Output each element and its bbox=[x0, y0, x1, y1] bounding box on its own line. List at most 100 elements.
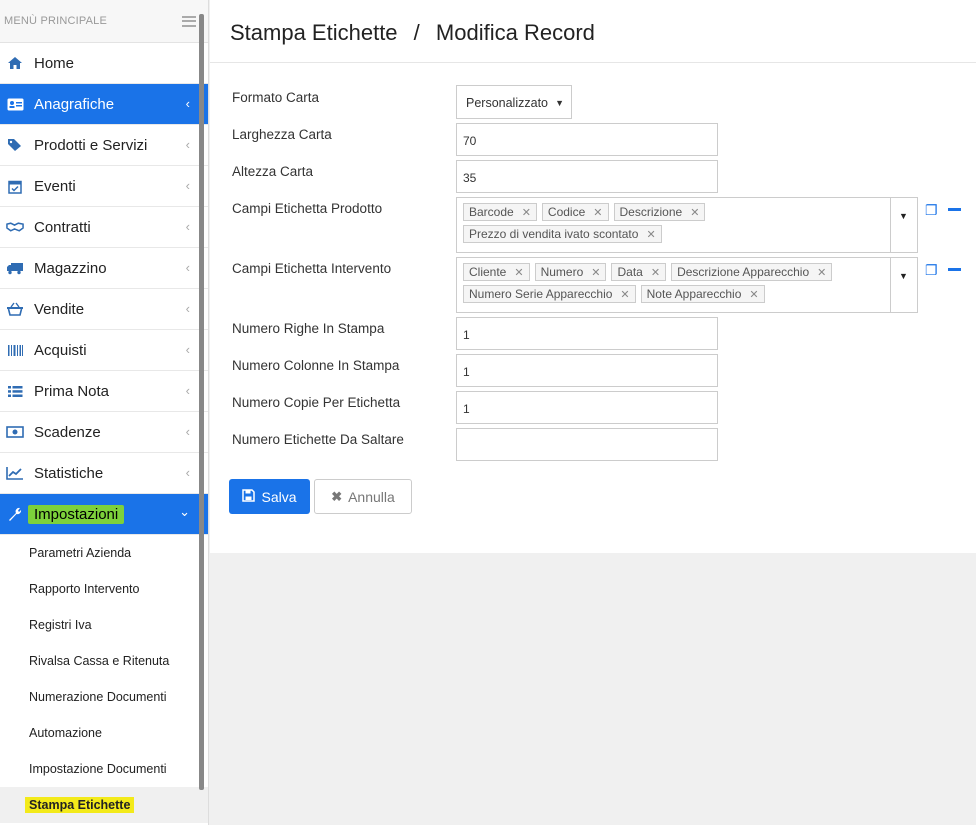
submenu-item-impostazione-documenti[interactable]: Impostazione Documenti bbox=[0, 751, 208, 787]
sidebar-item-acquisti[interactable]: Acquisti ‹ bbox=[0, 330, 208, 371]
sidebar-item-label: Contratti bbox=[34, 218, 91, 236]
tag-label: Prezzo di vendita ivato scontato bbox=[469, 227, 639, 241]
chevron-left-icon: ‹ bbox=[185, 178, 190, 193]
sidebar-title: MENÙ PRINCIPALE bbox=[4, 15, 108, 27]
altezza-carta-label: Altezza Carta bbox=[232, 164, 314, 179]
handshake-icon bbox=[6, 219, 24, 235]
remove-tag-icon[interactable]: ✕ bbox=[646, 228, 655, 241]
main-panel: Stampa Etichette / Modifica Record Forma… bbox=[210, 0, 976, 553]
sidebar-item-vendite[interactable]: Vendite ‹ bbox=[0, 289, 208, 330]
sidebar-item-label: Statistiche bbox=[34, 464, 104, 482]
tag-label: Numero bbox=[540, 265, 584, 279]
sidebar-item-anagrafiche[interactable]: Anagrafiche ‹ bbox=[0, 84, 208, 125]
tag-chip: Numero ✕ bbox=[534, 263, 607, 281]
minus-icon[interactable] bbox=[948, 268, 961, 271]
tag-chip: Cliente ✕ bbox=[463, 263, 530, 281]
numero-copie-input[interactable]: 1 bbox=[456, 391, 718, 424]
page-title: Stampa Etichette / Modifica Record bbox=[230, 20, 595, 46]
chevron-left-icon: ‹ bbox=[185, 342, 190, 357]
remove-tag-icon[interactable]: ✕ bbox=[591, 266, 600, 279]
submenu-item-stampa-etichette[interactable]: Stampa Etichette bbox=[0, 787, 208, 823]
sidebar-item-label: Vendite bbox=[34, 300, 85, 318]
numero-righe-input[interactable]: 1 bbox=[456, 317, 718, 350]
tag-chip: Descrizione Apparecchio ✕ bbox=[671, 263, 833, 281]
copy-icon[interactable]: ❐ bbox=[925, 262, 938, 279]
sidebar-scrollbar[interactable] bbox=[199, 14, 204, 790]
main-menu: Home Anagrafiche ‹ Prodotti e Servizi ‹ … bbox=[0, 43, 208, 535]
submenu-item-automazione[interactable]: Automazione bbox=[0, 715, 208, 751]
sidebar-item-prodotti[interactable]: Prodotti e Servizi ‹ bbox=[0, 125, 208, 166]
chevron-left-icon: ‹ bbox=[185, 260, 190, 275]
tag-label: Descrizione Apparecchio bbox=[677, 265, 810, 279]
sidebar-item-scadenze[interactable]: Scadenze ‹ bbox=[0, 412, 208, 453]
tag-chip: Note Apparecchio ✕ bbox=[640, 285, 765, 303]
campi-prodotto-multiselect[interactable]: Barcode ✕ Codice ✕ Descrizione ✕ Prezzo di … bbox=[456, 197, 891, 253]
sidebar-item-label: Anagrafiche bbox=[34, 95, 115, 113]
remove-tag-icon[interactable]: ✕ bbox=[593, 206, 602, 219]
remove-tag-icon[interactable]: ✕ bbox=[522, 206, 531, 219]
sidebar-item-label: Prima Nota bbox=[34, 382, 110, 400]
caret-down-icon: ▼ bbox=[899, 271, 908, 281]
campi-intervento-label: Campi Etichetta Intervento bbox=[232, 261, 392, 276]
sidebar-item-contratti[interactable]: Contratti ‹ bbox=[0, 207, 208, 248]
campi-intervento-multiselect[interactable]: Cliente ✕ Numero ✕ Data ✕ Descrizione Appar… bbox=[456, 257, 891, 313]
menu-toggle-icon[interactable] bbox=[182, 15, 196, 27]
sidebar: MENÙ PRINCIPALE Home Anagrafiche ‹ Prodo… bbox=[0, 0, 209, 825]
submenu-item-registri-iva[interactable]: Registri Iva bbox=[0, 607, 208, 643]
sidebar-item-magazzino[interactable]: Magazzino ‹ bbox=[0, 248, 208, 289]
id-card-icon bbox=[6, 96, 24, 112]
home-icon bbox=[6, 55, 24, 71]
submenu-item-parametri-azienda[interactable]: Parametri Azienda bbox=[0, 535, 208, 571]
chevron-left-icon: ‹ bbox=[185, 301, 190, 316]
copy-icon[interactable]: ❐ bbox=[925, 202, 938, 219]
tag-label: Data bbox=[617, 265, 643, 279]
chevron-left-icon: ‹ bbox=[185, 96, 190, 111]
remove-tag-icon[interactable]: ✕ bbox=[514, 266, 523, 279]
wrench-icon bbox=[6, 506, 24, 522]
save-button[interactable]: Salva bbox=[229, 479, 310, 514]
remove-tag-icon[interactable]: ✕ bbox=[690, 206, 699, 219]
barcode-icon bbox=[6, 342, 24, 358]
submenu-item-rapporto-intervento[interactable]: Rapporto Intervento bbox=[0, 571, 208, 607]
times-icon: ✖ bbox=[331, 488, 343, 504]
remove-tag-icon[interactable]: ✕ bbox=[817, 266, 826, 279]
sidebar-item-prima-nota[interactable]: Prima Nota ‹ bbox=[0, 371, 208, 412]
etichette-saltare-label: Numero Etichette Da Saltare bbox=[232, 432, 404, 447]
line-chart-icon bbox=[6, 465, 24, 481]
sidebar-item-home[interactable]: Home bbox=[0, 43, 208, 84]
submenu-item-rivalsa-cassa[interactable]: Rivalsa Cassa e Ritenuta bbox=[0, 643, 208, 679]
sidebar-item-statistiche[interactable]: Statistiche ‹ bbox=[0, 453, 208, 494]
tag-label: Barcode bbox=[469, 205, 514, 219]
sidebar-item-eventi[interactable]: Eventi ‹ bbox=[0, 166, 208, 207]
campi-intervento-dropdown[interactable]: ▼ bbox=[891, 257, 918, 313]
altezza-carta-input[interactable]: 35 bbox=[456, 160, 718, 193]
save-label: Salva bbox=[261, 488, 297, 505]
formato-carta-select[interactable]: Personalizzato ▼ bbox=[456, 85, 572, 119]
formato-carta-value: Personalizzato bbox=[466, 96, 548, 110]
floppy-disk-icon bbox=[242, 488, 256, 505]
numero-colonne-input[interactable]: 1 bbox=[456, 354, 718, 387]
settings-submenu: Parametri Azienda Rapporto Intervento Re… bbox=[0, 535, 208, 823]
submenu-item-label: Stampa Etichette bbox=[25, 797, 135, 813]
basket-icon bbox=[6, 301, 24, 317]
breadcrumb-current: Modifica Record bbox=[435, 20, 595, 45]
minus-icon[interactable] bbox=[948, 208, 961, 211]
sidebar-header: MENÙ PRINCIPALE bbox=[0, 0, 208, 43]
cancel-button[interactable]: ✖ Annulla bbox=[314, 479, 412, 514]
larghezza-carta-input[interactable]: 70 bbox=[456, 123, 718, 156]
submenu-item-numerazione-documenti[interactable]: Numerazione Documenti bbox=[0, 679, 208, 715]
caret-down-icon: ▼ bbox=[899, 211, 908, 221]
breadcrumb-separator: / bbox=[413, 20, 420, 45]
remove-tag-icon[interactable]: ✕ bbox=[620, 288, 629, 301]
tag-chip: Prezzo di vendita ivato scontato ✕ bbox=[463, 225, 662, 243]
remove-tag-icon[interactable]: ✕ bbox=[749, 288, 758, 301]
content-background bbox=[210, 553, 976, 825]
etichette-saltare-input[interactable] bbox=[456, 428, 718, 461]
sidebar-item-label: Magazzino bbox=[34, 259, 107, 277]
sidebar-item-impostazioni[interactable]: Impostazioni ⌄ bbox=[0, 494, 208, 535]
campi-prodotto-dropdown[interactable]: ▼ bbox=[891, 197, 918, 253]
remove-tag-icon[interactable]: ✕ bbox=[651, 266, 660, 279]
breadcrumb-section[interactable]: Stampa Etichette bbox=[230, 20, 398, 45]
cancel-label: Annulla bbox=[348, 488, 395, 505]
chevron-left-icon: ‹ bbox=[185, 465, 190, 480]
